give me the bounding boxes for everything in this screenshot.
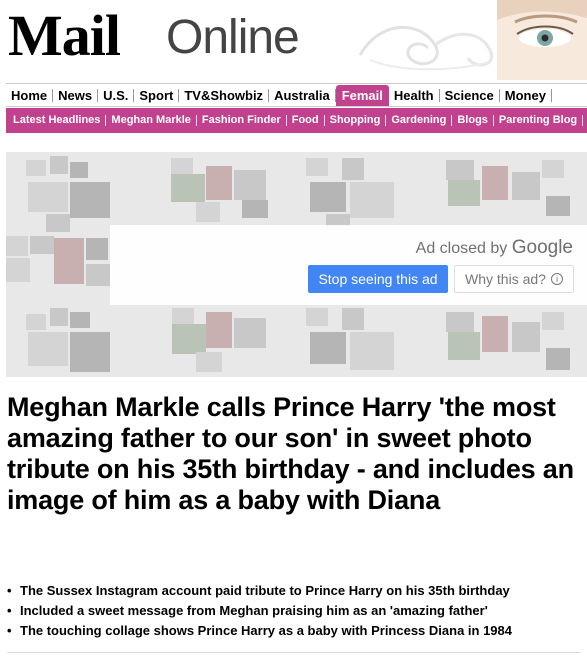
divider bbox=[7, 652, 581, 653]
subnav-item-food[interactable]: Food bbox=[287, 115, 325, 126]
nav-item-news[interactable]: News bbox=[53, 88, 99, 102]
ad-closed-panel: Ad closed by Google Stop seeing this ad … bbox=[110, 225, 587, 305]
nav-item-science[interactable]: Science bbox=[440, 88, 500, 102]
ad-container: Ad closed by Google Stop seeing this ad … bbox=[6, 152, 587, 377]
summary-bullet-text: Included a sweet message from Meghan pra… bbox=[20, 603, 488, 618]
bullet-dot-icon: • bbox=[7, 623, 12, 638]
summary-bullet-text: The touching collage shows Prince Harry … bbox=[20, 623, 513, 638]
nav-item-health[interactable]: Health bbox=[389, 88, 440, 102]
subnav-item-meghan-markle[interactable]: Meghan Markle bbox=[106, 115, 197, 126]
subnav-item-blogs[interactable]: Blogs bbox=[452, 115, 494, 126]
why-this-ad-button[interactable]: Why this ad? i bbox=[454, 265, 574, 293]
bullet-dot-icon: • bbox=[7, 583, 12, 598]
nav-item-australia[interactable]: Australia bbox=[269, 88, 336, 102]
summary-bullet-text: The Sussex Instagram account paid tribut… bbox=[20, 583, 510, 598]
ad-closed-prefix: Ad closed by bbox=[415, 240, 508, 257]
article-summary-bullets: • The Sussex Instagram account paid tribu… bbox=[7, 581, 582, 641]
masthead: Mail Online bbox=[0, 0, 587, 80]
subnav-item-truncated[interactable]: T bbox=[583, 115, 587, 126]
subnav-item-gardening[interactable]: Gardening bbox=[386, 115, 453, 126]
femail-model-face-image bbox=[497, 0, 587, 80]
summary-bullet: • The Sussex Instagram account paid tribu… bbox=[7, 581, 582, 601]
summary-bullet: • The touching collage shows Prince Harry… bbox=[7, 621, 582, 641]
info-icon: i bbox=[550, 273, 563, 285]
nav-item-femail[interactable]: Femail bbox=[335, 84, 389, 106]
why-this-ad-label: Why this ad? bbox=[465, 271, 546, 287]
logo-mail[interactable]: Mail bbox=[8, 4, 121, 68]
femail-subnav: Latest Headlines Meghan Markle Fashion F… bbox=[6, 108, 587, 133]
subnav-item-shopping[interactable]: Shopping bbox=[325, 115, 387, 126]
bullet-dot-icon: • bbox=[7, 603, 12, 618]
subnav-item-fashion-finder[interactable]: Fashion Finder bbox=[197, 115, 287, 126]
ad-closed-message: Ad closed by Google bbox=[416, 237, 573, 259]
subnav-item-parenting-blog[interactable]: Parenting Blog bbox=[494, 115, 584, 126]
stop-seeing-ad-button[interactable]: Stop seeing this ad bbox=[308, 265, 448, 293]
nav-item-sport[interactable]: Sport bbox=[134, 88, 180, 102]
subnav-item-latest-headlines[interactable]: Latest Headlines bbox=[8, 115, 107, 126]
summary-bullet: • Included a sweet message from Meghan pr… bbox=[7, 601, 582, 621]
nav-item-home[interactable]: Home bbox=[6, 88, 54, 102]
logo-online[interactable]: Online bbox=[166, 10, 300, 66]
primary-nav: Home News U.S. Sport TV&Showbiz Australi… bbox=[6, 83, 587, 107]
nav-item-money[interactable]: Money bbox=[500, 88, 552, 102]
nav-item-tv-showbiz[interactable]: TV&Showbiz bbox=[179, 88, 270, 102]
nav-item-us[interactable]: U.S. bbox=[98, 88, 135, 102]
google-wordmark: Google bbox=[511, 237, 573, 258]
article-headline: Meghan Markle calls Prince Harry 'the mo… bbox=[7, 392, 574, 515]
